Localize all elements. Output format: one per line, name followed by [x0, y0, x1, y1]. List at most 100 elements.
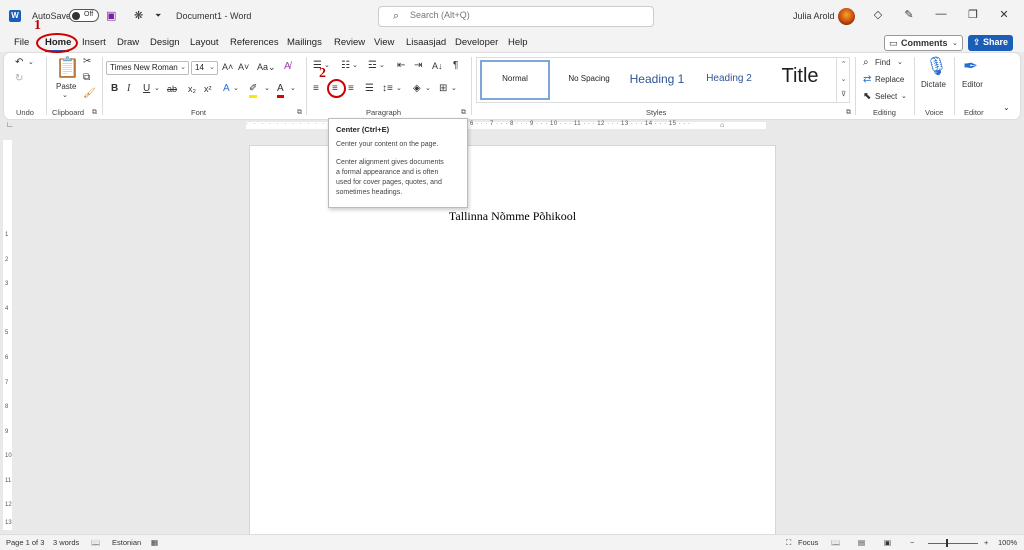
multilevel-list-icon[interactable]: ☲	[368, 60, 377, 72]
pen-icon[interactable]: ✎	[899, 8, 919, 21]
zoom-in-icon[interactable]: +	[984, 538, 988, 547]
numbering-dropdown-icon[interactable]: ⌄	[352, 60, 358, 72]
sort-icon[interactable]: A↓	[432, 60, 443, 72]
line-spacing-icon[interactable]: ↕≡	[382, 83, 393, 95]
styles-launcher-icon[interactable]: ⧉	[846, 109, 851, 117]
find-button[interactable]: Find	[875, 58, 891, 67]
shrink-font-icon[interactable]: A˅	[238, 61, 249, 73]
paragraph-launcher-icon[interactable]: ⧉	[461, 109, 466, 117]
user-name[interactable]: Julia Arold	[793, 11, 835, 21]
focus-icon[interactable]: ⛶	[786, 538, 791, 548]
highlight-icon[interactable]: ✐	[249, 83, 258, 98]
premium-diamond-icon[interactable]: ◇	[868, 8, 888, 21]
font-color-icon[interactable]: A	[277, 83, 284, 98]
replace-button[interactable]: Replace	[875, 75, 904, 84]
replace-icon[interactable]: ⇄	[863, 74, 871, 86]
bold-icon[interactable]: B	[111, 83, 118, 95]
tab-review[interactable]: Review	[334, 37, 365, 48]
microphone-icon[interactable]: 🎙	[925, 56, 948, 76]
underline-icon[interactable]: U	[143, 83, 150, 95]
superscript-icon[interactable]: x²	[204, 83, 212, 95]
text-effects-icon[interactable]: A	[223, 83, 230, 95]
tab-file[interactable]: File	[14, 37, 29, 48]
zoom-slider[interactable]	[928, 543, 978, 544]
collapse-ribbon-icon[interactable]: ⌄	[1003, 102, 1010, 114]
increase-indent-icon[interactable]: ⇥	[414, 60, 422, 72]
dictate-button[interactable]: Dictate	[921, 80, 946, 89]
paste-dropdown-icon[interactable]: ⌄	[62, 90, 68, 102]
style-heading-2[interactable]: Heading 2	[697, 60, 761, 100]
share-button[interactable]: ⇪ Share	[968, 35, 1013, 51]
read-mode-icon[interactable]: 📖	[831, 538, 840, 547]
tab-selector-icon[interactable]: ∟	[6, 120, 14, 129]
print-layout-icon[interactable]: ▤	[858, 538, 865, 547]
font-size-dropdown[interactable]: 14 ⌄	[191, 61, 218, 75]
show-formatting-icon[interactable]: ¶	[453, 60, 458, 72]
subscript-icon[interactable]: x₂	[188, 83, 196, 95]
cut-icon[interactable]: ✂	[83, 56, 91, 68]
styles-more-icon[interactable]: ⊽	[837, 87, 850, 102]
page-count[interactable]: Page 1 of 3	[6, 538, 44, 547]
customize-toolbar-icon[interactable]: ⏷	[155, 9, 161, 23]
copy-icon[interactable]: ⧉	[83, 72, 90, 84]
strikethrough-icon[interactable]: ab	[167, 83, 177, 95]
clipboard-launcher-icon[interactable]: ⧉	[92, 109, 97, 117]
undo-dropdown-icon[interactable]: ⌄	[28, 57, 34, 69]
horizontal-ruler[interactable]: ∟ · · · · · · · · · · · · 6 · · · 7 · · …	[0, 120, 1024, 130]
highlight-dropdown-icon[interactable]: ⌄	[264, 83, 270, 95]
style-no-spacing[interactable]: No Spacing	[557, 60, 621, 100]
comments-button[interactable]: ▭ Comments ⌄	[884, 35, 963, 51]
proofing-icon[interactable]: 📖	[91, 538, 100, 547]
accessibility-icon[interactable]: ▦	[151, 538, 158, 547]
undo-icon[interactable]: ↶	[15, 57, 23, 69]
right-indent-marker-icon[interactable]: ⌂	[720, 122, 724, 129]
font-color-dropdown-icon[interactable]: ⌄	[290, 83, 296, 95]
web-layout-icon[interactable]: ▣	[884, 538, 891, 547]
italic-icon[interactable]: I	[127, 83, 130, 95]
select-icon[interactable]: ⬉	[863, 91, 871, 103]
shading-icon[interactable]: ◈	[413, 83, 421, 95]
change-case-icon[interactable]: Aa⌄	[257, 61, 276, 73]
zoom-slider-thumb[interactable]	[946, 539, 948, 547]
tab-lisaasjad[interactable]: Lisaasjad	[406, 37, 446, 48]
redo-icon[interactable]: ↻	[15, 73, 23, 85]
find-icon[interactable]: ⌕	[863, 57, 869, 69]
search-box[interactable]: ⌕	[378, 6, 654, 27]
focus-button[interactable]: Focus	[798, 538, 818, 547]
align-left-icon[interactable]: ≡	[313, 83, 319, 95]
line-spacing-dropdown-icon[interactable]: ⌄	[396, 83, 402, 95]
style-heading-1[interactable]: Heading 1	[625, 60, 689, 100]
paste-icon[interactable]: 📋	[55, 57, 80, 79]
align-right-icon[interactable]: ≡	[348, 83, 354, 95]
underline-dropdown-icon[interactable]: ⌄	[154, 83, 160, 95]
search-input[interactable]	[410, 10, 630, 20]
select-dropdown-icon[interactable]: ⌄	[901, 91, 907, 103]
language[interactable]: Estonian	[112, 538, 141, 547]
editor-button[interactable]: Editor	[962, 80, 983, 89]
tab-draw[interactable]: Draw	[117, 37, 139, 48]
font-name-dropdown[interactable]: Times New Roman ⌄	[106, 61, 189, 75]
autosave-toggle[interactable]: Off	[69, 9, 99, 22]
word-count[interactable]: 3 words	[53, 538, 79, 547]
styles-down-icon[interactable]: ⌄	[837, 72, 850, 87]
zoom-level[interactable]: 100%	[998, 538, 1017, 547]
touch-mode-icon[interactable]: ❋	[134, 9, 143, 23]
select-button[interactable]: Select	[875, 92, 897, 101]
format-painter-icon[interactable]: 🖌	[83, 88, 96, 100]
font-launcher-icon[interactable]: ⧉	[297, 109, 302, 117]
close-button[interactable]: ✕	[994, 8, 1014, 21]
restore-button[interactable]: ❐	[963, 8, 983, 21]
minimize-button[interactable]: —	[931, 8, 951, 20]
word-icon[interactable]: W	[9, 10, 21, 22]
zoom-out-icon[interactable]: −	[910, 538, 914, 547]
tab-view[interactable]: View	[374, 37, 394, 48]
save-icon[interactable]: ▣	[106, 9, 116, 23]
vertical-ruler[interactable]: 1 2 3 4 5 6 7 8 9 10 11 12 13	[3, 140, 12, 530]
avatar[interactable]	[838, 8, 855, 25]
numbering-icon[interactable]: ☷	[341, 60, 350, 72]
document-text[interactable]: Tallinna Nõmme Põhikool	[250, 209, 775, 224]
tab-mailings[interactable]: Mailings	[287, 37, 322, 48]
text-effects-dropdown-icon[interactable]: ⌄	[233, 83, 239, 95]
tab-references[interactable]: References	[230, 37, 279, 48]
style-title[interactable]: Title	[767, 60, 833, 100]
